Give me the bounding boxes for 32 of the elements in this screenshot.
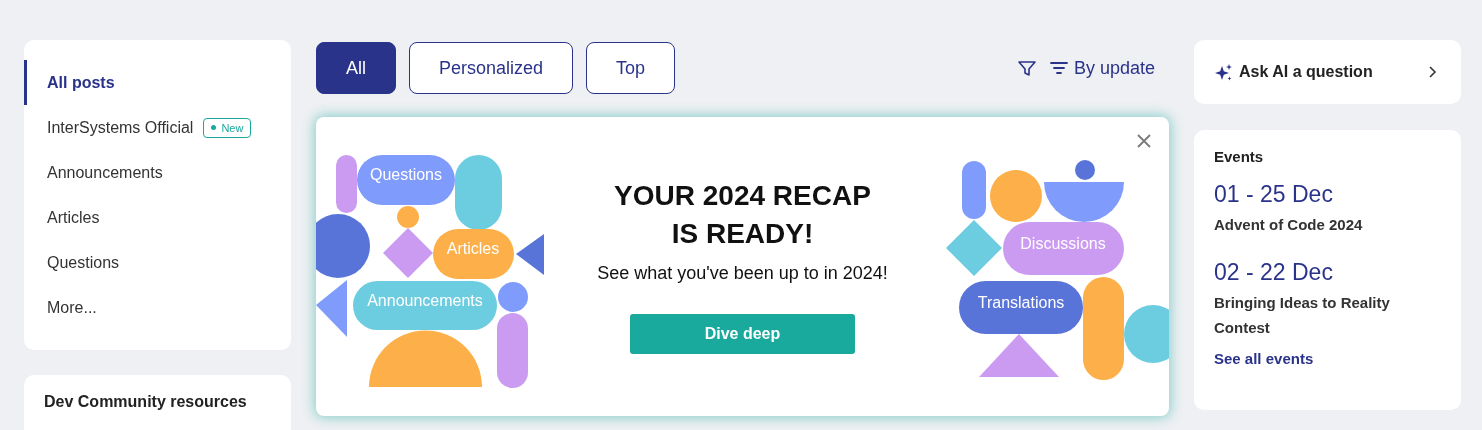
event-name: Advent of Code 2024 bbox=[1214, 215, 1364, 235]
card-title: Events bbox=[1214, 148, 1265, 165]
new-badge: New bbox=[203, 117, 252, 138]
banner-subtitle: See what you've been up to in 2024! bbox=[597, 263, 888, 284]
card-title: Dev Community resources bbox=[44, 393, 248, 411]
feed-tab[interactable]: Top bbox=[586, 42, 676, 94]
feed-tab[interactable]: Personalized bbox=[409, 42, 574, 94]
feed-tab[interactable]: All bbox=[316, 42, 396, 94]
sort-button[interactable]: By update bbox=[1049, 57, 1169, 79]
banner-title: YOUR 2024 RECAP IS READY! bbox=[614, 179, 871, 251]
event-name: Bringing Ideas to Reality Contest bbox=[1214, 293, 1391, 338]
illustration-label: Articles bbox=[446, 240, 500, 257]
filter-icon[interactable] bbox=[1016, 59, 1037, 77]
illustration-label: Discussions bbox=[1020, 235, 1106, 252]
illustration-label: Questions bbox=[370, 166, 442, 183]
sidebar-item[interactable]: All posts bbox=[24, 60, 291, 105]
sort-icon bbox=[1049, 61, 1068, 75]
close-icon[interactable] bbox=[1136, 133, 1152, 149]
illustration-label: Announcements bbox=[367, 292, 483, 309]
sidebar-item[interactable]: InterSystems Official New bbox=[24, 105, 291, 150]
event-date: 02 - 22 Dec bbox=[1214, 258, 1334, 287]
chevron-right-icon bbox=[1428, 66, 1437, 78]
sidebar-item[interactable]: Articles bbox=[24, 195, 291, 240]
see-all-events-link[interactable]: See all events bbox=[1214, 350, 1441, 367]
sidebar-item[interactable]: More... bbox=[24, 285, 291, 330]
sparkle-icon bbox=[1214, 63, 1233, 81]
sidebar-item[interactable]: Announcements bbox=[24, 150, 291, 195]
ask-ai-label: Ask AI a question bbox=[1239, 63, 1373, 81]
event-date: 01 - 25 Dec bbox=[1214, 180, 1334, 209]
ask-ai-card[interactable]: Ask AI a question bbox=[1194, 40, 1461, 104]
illustration-label: Translations bbox=[977, 294, 1065, 311]
sidebar-item[interactable]: Questions bbox=[24, 240, 291, 285]
